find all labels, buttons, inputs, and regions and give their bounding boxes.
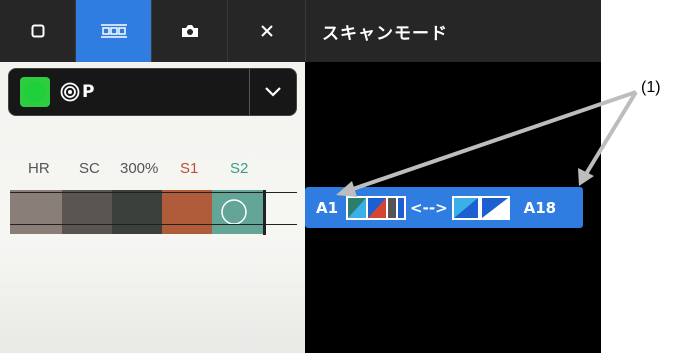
patch-label-sc: SC	[79, 160, 100, 177]
mode-select[interactable]: P	[8, 68, 297, 116]
status-indicator	[20, 77, 50, 107]
patch-hr	[10, 190, 62, 234]
camera-button[interactable]	[152, 0, 228, 62]
patch-thumbnail-start	[346, 195, 407, 220]
color-patch-strip	[10, 190, 265, 234]
patch-strip-icon	[100, 24, 127, 38]
device-screen: スキャンモード P HR SC 300% S1 S2 A1 <--> A18	[0, 0, 601, 353]
guide-line-top	[10, 192, 297, 193]
camera-view: P HR SC 300% S1 S2	[0, 62, 305, 353]
patch-label-300: 300%	[120, 160, 159, 177]
scan-start-label: A1	[316, 198, 339, 217]
close-button[interactable]	[228, 0, 305, 62]
patch-labels: HR SC 300% S1 S2	[0, 160, 305, 180]
patch-s1	[162, 190, 212, 234]
close-icon	[260, 25, 273, 37]
scan-range-bar[interactable]: A1 <--> A18	[305, 187, 583, 228]
scan-end-label: A18	[523, 198, 557, 217]
chevron-down-icon	[265, 87, 281, 97]
square-icon	[31, 24, 44, 38]
target-circle-icon	[221, 199, 247, 225]
patch-thumbnail-end	[451, 195, 510, 220]
callout-label: (1)	[641, 79, 661, 96]
patch-s2	[212, 190, 265, 234]
patch-label-hr: HR	[28, 160, 50, 177]
guide-bracket	[263, 190, 266, 235]
guide-line-bottom	[10, 224, 297, 225]
scan-mode-button[interactable]	[76, 0, 152, 62]
patch-300	[112, 190, 162, 234]
scan-separator: <-->	[410, 198, 448, 217]
page-title: スキャンモード	[322, 23, 448, 44]
mode-label: P	[82, 82, 95, 102]
camera-icon	[181, 25, 198, 37]
patch-sc	[62, 190, 112, 234]
title-bar: スキャンモード	[305, 0, 601, 62]
target-icon	[60, 82, 80, 102]
mode-dropdown-button[interactable]	[250, 69, 296, 115]
toolbar	[0, 0, 305, 62]
patch-label-s1: S1	[180, 160, 199, 177]
single-patch-button[interactable]	[0, 0, 76, 62]
patch-label-s2: S2	[230, 160, 249, 177]
